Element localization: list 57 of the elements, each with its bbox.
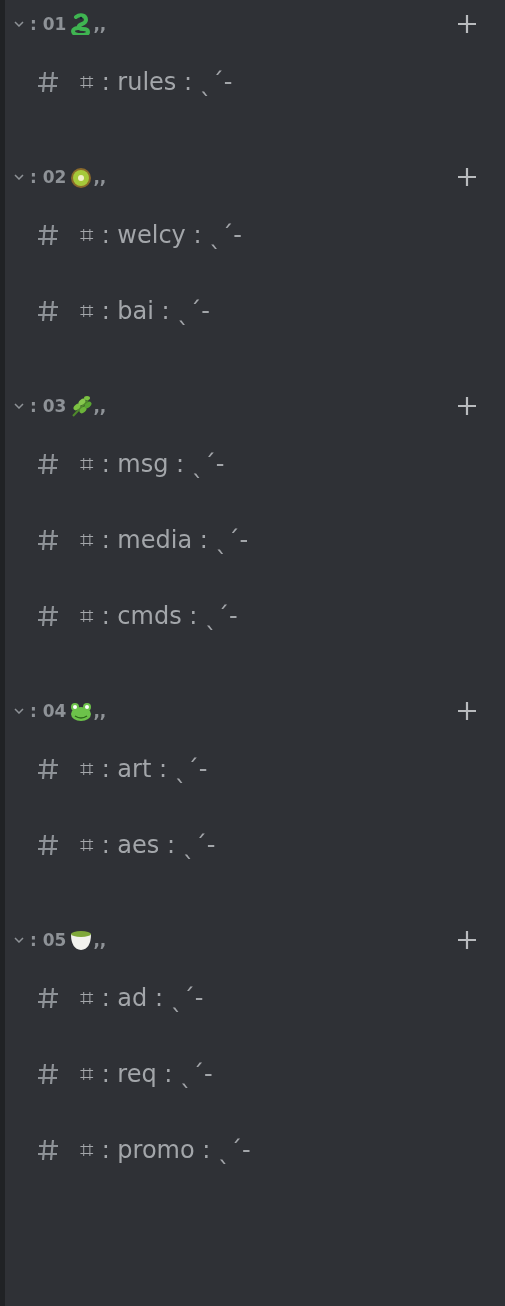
plus-icon[interactable] bbox=[457, 14, 477, 34]
hash-icon bbox=[35, 986, 61, 1010]
channel-item[interactable]: ⌗ : welcy : ˎˊ- bbox=[5, 197, 505, 273]
plus-icon[interactable] bbox=[457, 701, 477, 721]
hash-icon bbox=[35, 452, 61, 476]
hash-icon bbox=[35, 757, 61, 781]
chevron-icon[interactable] bbox=[14, 937, 24, 943]
channel-name: ⌗ : req : ˎˊ- bbox=[80, 1060, 213, 1088]
channel-item[interactable]: ⌗ : art : ˎˊ- bbox=[5, 731, 505, 807]
category-suffix: ,, bbox=[93, 14, 107, 34]
channel-item[interactable]: ⌗ : ad : ˎˊ- bbox=[5, 960, 505, 1036]
channel-item[interactable]: ⌗ : aes : ˎˊ- bbox=[5, 807, 505, 883]
channel-name: ⌗ : media : ˎˊ- bbox=[80, 526, 249, 554]
channel-name: ⌗ : welcy : ˎˊ- bbox=[80, 221, 242, 249]
channel-name: ⌗ : msg : ˎˊ- bbox=[80, 450, 225, 478]
category-suffix: ,, bbox=[93, 701, 107, 721]
hash-icon bbox=[35, 528, 61, 552]
plus-icon[interactable] bbox=[457, 396, 477, 416]
hash-icon bbox=[35, 604, 61, 628]
hash-icon bbox=[35, 70, 61, 94]
hash-icon bbox=[35, 1138, 61, 1162]
channel-item[interactable]: ⌗ : req : ˎˊ- bbox=[5, 1036, 505, 1112]
hash-icon bbox=[35, 833, 61, 857]
hash-icon bbox=[35, 299, 61, 323]
category-name[interactable]: : 02 bbox=[30, 167, 67, 187]
channel-item[interactable]: ⌗ : msg : ˎˊ- bbox=[5, 426, 505, 502]
channel-name: ⌗ : bai : ˎˊ- bbox=[80, 297, 210, 325]
channel-item[interactable]: ⌗ : media : ˎˊ- bbox=[5, 502, 505, 578]
chevron-icon[interactable] bbox=[14, 708, 24, 714]
leaf-icon bbox=[70, 395, 93, 417]
channel-item[interactable]: ⌗ : promo : ˎˊ- bbox=[5, 1112, 505, 1188]
channel-item[interactable]: ⌗ : bai : ˎˊ- bbox=[5, 273, 505, 349]
hash-icon bbox=[35, 1062, 61, 1086]
plus-icon[interactable] bbox=[457, 930, 477, 950]
channel-name: ⌗ : rules : ˎˊ- bbox=[80, 68, 233, 96]
channel-name: ⌗ : promo : ˎˊ- bbox=[80, 1136, 251, 1164]
frog-icon bbox=[70, 700, 93, 722]
category-suffix: ,, bbox=[93, 167, 107, 187]
category-suffix: ,, bbox=[93, 396, 107, 416]
hash-icon bbox=[35, 223, 61, 247]
channel-item[interactable]: ⌗ : cmds : ˎˊ- bbox=[5, 578, 505, 654]
chevron-icon[interactable] bbox=[14, 403, 24, 409]
channel-name: ⌗ : aes : ˎˊ- bbox=[80, 831, 216, 859]
category-name[interactable]: : 01 bbox=[30, 14, 67, 34]
channel-name: ⌗ : art : ˎˊ- bbox=[80, 755, 208, 783]
kiwi-icon bbox=[70, 166, 93, 188]
category-name[interactable]: : 05 bbox=[30, 930, 67, 950]
channel-name: ⌗ : ad : ˎˊ- bbox=[80, 984, 204, 1012]
category-name[interactable]: : 04 bbox=[30, 701, 67, 721]
channel-item[interactable]: ⌗ : rules : ˎˊ- bbox=[5, 44, 505, 120]
plus-icon[interactable] bbox=[457, 167, 477, 187]
chevron-icon[interactable] bbox=[14, 174, 24, 180]
teacup-icon bbox=[70, 929, 93, 951]
channel-name: ⌗ : cmds : ˎˊ- bbox=[80, 602, 238, 630]
category-suffix: ,, bbox=[93, 930, 107, 950]
chevron-icon[interactable] bbox=[14, 21, 24, 27]
category-name[interactable]: : 03 bbox=[30, 396, 67, 416]
